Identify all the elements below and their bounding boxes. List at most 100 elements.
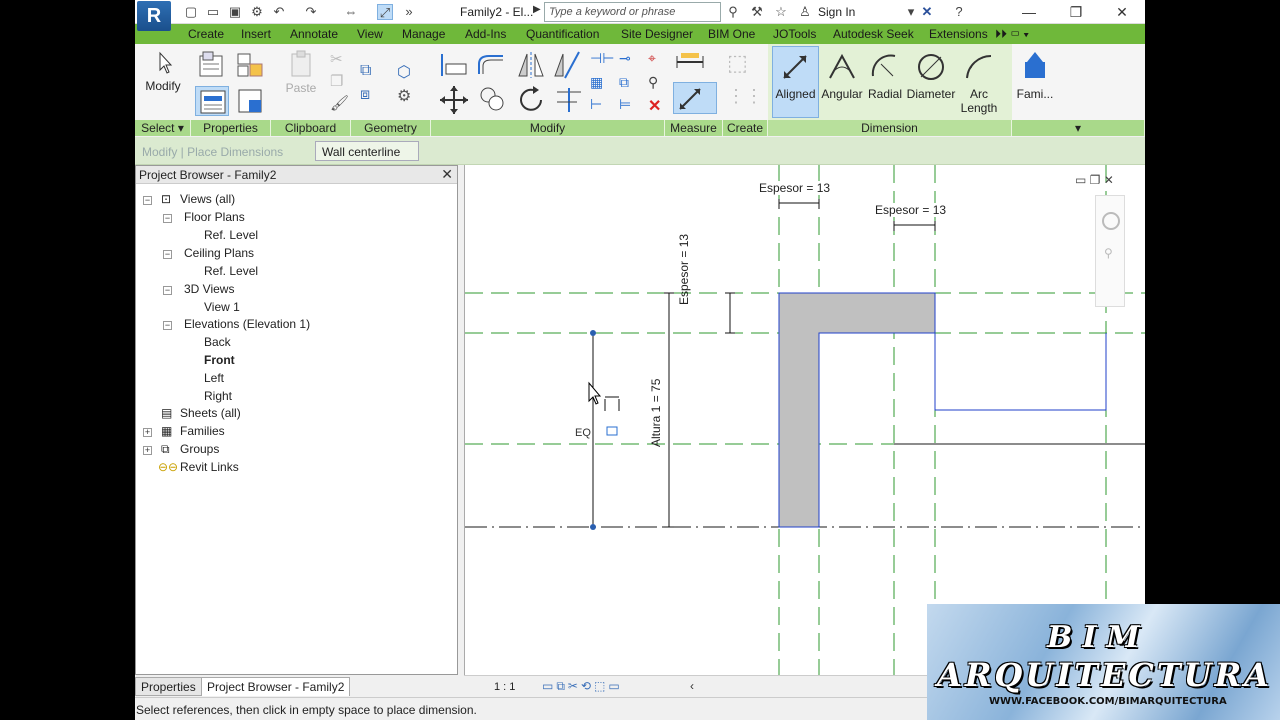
tab-autodesk-seek[interactable]: Autodesk Seek	[833, 27, 914, 41]
sign-in-link[interactable]: Sign In	[818, 5, 855, 19]
tabs-overflow-icon[interactable]: ⏵⏵ ▭ ▾	[995, 27, 1029, 42]
binoculars-icon[interactable]: ⚲	[725, 4, 741, 20]
search-input[interactable]: Type a keyword or phrase	[544, 2, 721, 22]
align-icon[interactable]	[438, 50, 470, 80]
dim-label-vert[interactable]: Espesor = 13	[677, 234, 691, 305]
tree-groups[interactable]: Groups	[180, 442, 219, 456]
close-icon[interactable]: ✕	[441, 166, 453, 183]
split-gap-icon[interactable]: ⊸	[619, 50, 641, 72]
tab-add-ins[interactable]: Add-Ins	[465, 27, 506, 41]
panel-family-editor[interactable]: ▾	[1012, 120, 1145, 136]
panel-select[interactable]: Select ▾	[135, 120, 191, 136]
dimension-reference-select[interactable]: Wall centerline ⌵	[315, 141, 419, 173]
tree-families[interactable]: Families	[180, 424, 225, 438]
tree-views-all[interactable]: Views (all)	[180, 192, 235, 206]
tree-floor-ref-level[interactable]: Ref. Level	[204, 228, 258, 242]
minimize-button[interactable]: —	[1014, 2, 1044, 22]
tree-sheets-all[interactable]: Sheets (all)	[180, 406, 241, 420]
tab-annotate[interactable]: Annotate	[290, 27, 338, 41]
arc-length-button[interactable]: Arc Length	[957, 50, 1001, 115]
panel-dimension[interactable]: Dimension	[768, 120, 1012, 136]
measure-between-icon[interactable]	[673, 50, 709, 74]
tab-manage[interactable]: Manage	[402, 27, 445, 41]
copy-icon[interactable]: ❐	[330, 72, 352, 94]
trim-single-icon[interactable]: ⊢	[590, 96, 612, 118]
restore-button[interactable]: ❐	[1061, 2, 1091, 22]
tab-extensions[interactable]: Extensions	[929, 27, 988, 41]
dim-label-height[interactable]: Altura 1 = 75	[649, 379, 663, 447]
tree-ceiling-plans[interactable]: Ceiling Plans	[184, 246, 254, 260]
wall-joins-icon[interactable]: ⧈	[360, 86, 382, 108]
help-icon[interactable]: ?	[951, 4, 967, 20]
collapse-toggle[interactable]: −	[163, 250, 172, 259]
modify-button[interactable]: Modify	[140, 50, 186, 93]
dropdown-icon[interactable]: ▾	[903, 4, 919, 20]
angular-button[interactable]: Angular	[819, 50, 865, 101]
star-icon[interactable]: ☆	[773, 4, 789, 20]
tree-back[interactable]: Back	[204, 335, 231, 349]
tree-revit-links[interactable]: Revit Links	[180, 460, 239, 474]
measure-icon[interactable]: ⇔	[343, 4, 359, 20]
aligned-dimension-small-icon[interactable]	[673, 82, 717, 114]
redo-icon[interactable]: ↷	[303, 4, 319, 20]
type-properties-icon[interactable]	[197, 50, 227, 78]
aligned-dimension-icon[interactable]: ⤢	[377, 4, 393, 20]
create-group-icon[interactable]: ⋮⋮	[727, 86, 763, 116]
exchange-icon[interactable]: ✕	[919, 4, 935, 20]
close-button[interactable]: ✕	[1107, 2, 1137, 22]
dim-label-top[interactable]: Espesor = 13	[759, 181, 831, 195]
diameter-button[interactable]: Diameter	[905, 50, 957, 101]
tab-jotools[interactable]: JOTools	[773, 27, 816, 41]
view-control-icons[interactable]: ▭⧉✂⟲⬚▭	[542, 679, 623, 694]
join-geometry-icon[interactable]: ⬡	[397, 62, 419, 84]
offset-icon[interactable]	[475, 50, 507, 80]
user-icon[interactable]: ♙	[797, 4, 813, 20]
tree-3d-views[interactable]: 3D Views	[184, 282, 234, 296]
trim-multiple-icon[interactable]: ⊨	[619, 96, 641, 118]
properties-icon[interactable]	[195, 86, 229, 116]
view-controls[interactable]: ▭ ❐ ✕	[1075, 173, 1114, 187]
paste-button[interactable]: Paste	[281, 50, 321, 95]
split-icon[interactable]: ⊣⊢	[590, 50, 614, 72]
mirror-axis-icon[interactable]	[515, 50, 547, 80]
collapse-toggle[interactable]: −	[163, 321, 172, 330]
expand-toggle[interactable]: +	[143, 446, 152, 455]
match-properties-icon[interactable]: 🖌	[330, 94, 352, 116]
tab-quantification[interactable]: Quantification	[526, 27, 599, 41]
tree-view-1[interactable]: View 1	[204, 300, 240, 314]
rotate-icon[interactable]	[515, 84, 547, 116]
tab-create[interactable]: Create	[188, 27, 224, 41]
split-face-icon[interactable]: ⚙	[397, 86, 419, 108]
tree-right[interactable]: Right	[204, 389, 232, 403]
new-icon[interactable]: ▢	[183, 4, 199, 20]
tab-bim-one[interactable]: BIM One	[708, 27, 755, 41]
tree-elevations[interactable]: Elevations (Elevation 1)	[184, 317, 310, 331]
copy-tool-icon[interactable]	[477, 84, 509, 116]
collapse-toggle[interactable]: −	[143, 196, 152, 205]
sync-icon[interactable]: ⚙	[249, 4, 265, 20]
trim-extend-icon[interactable]	[553, 84, 585, 116]
collapse-toggle[interactable]: −	[163, 286, 172, 295]
dim-label-top2[interactable]: Espesor = 13	[875, 203, 947, 217]
tab-view[interactable]: View	[357, 27, 383, 41]
tree-front[interactable]: Front	[204, 353, 235, 367]
move-icon[interactable]	[438, 84, 470, 116]
elevation-drawing[interactable]: EQ	[465, 165, 1145, 675]
delete-icon[interactable]: ✕	[648, 96, 670, 118]
aligned-button[interactable]: Aligned	[772, 50, 819, 101]
undo-icon[interactable]: ↶	[271, 4, 287, 20]
family-editor-button[interactable]: Fami...	[1015, 50, 1055, 101]
collapse-toggle[interactable]: −	[163, 214, 172, 223]
chevron-left-icon[interactable]: ‹	[690, 679, 694, 693]
view-scale[interactable]: 1 : 1	[494, 681, 515, 693]
cut-geometry-icon[interactable]: ⧉	[360, 62, 382, 84]
tree-ceiling-ref-level[interactable]: Ref. Level	[204, 264, 258, 278]
tree-left[interactable]: Left	[204, 371, 224, 385]
scale-icon[interactable]: ⧉	[619, 74, 641, 96]
search-expand-icon[interactable]: ▶	[533, 4, 541, 15]
expand-toggle[interactable]: +	[143, 428, 152, 437]
more-icon[interactable]: »	[401, 4, 417, 20]
tab-insert[interactable]: Insert	[241, 27, 271, 41]
subscription-icon[interactable]: ⚒	[749, 4, 765, 20]
array-icon[interactable]: ▦	[590, 74, 612, 96]
